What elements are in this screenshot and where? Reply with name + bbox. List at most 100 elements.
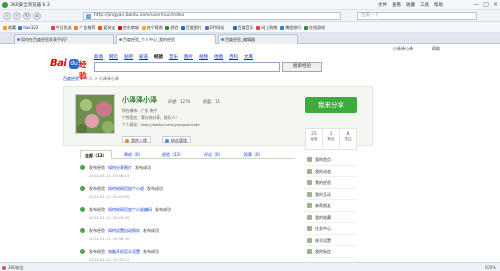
status-bar: 360安全 100% xyxy=(0,262,500,271)
side-menu-item[interactable]: 账号设置 xyxy=(305,235,357,246)
search-nav-item[interactable]: 地图 xyxy=(214,54,223,60)
feed-tab-comment[interactable]: 评论（0） xyxy=(200,150,227,159)
search-nav-item[interactable]: 图片 xyxy=(184,54,193,60)
maximize-button[interactable]: □ xyxy=(483,1,489,8)
search-nav-item[interactable]: 视频 xyxy=(199,54,208,60)
menu-item-icon xyxy=(307,157,312,162)
window-menu: 文件 查看 收藏 工具 帮助 xyxy=(378,2,443,8)
bookmark-item[interactable]: 网上购物 xyxy=(256,25,277,31)
breadcrumb: 百度经验 > 个人 > 小泽泽小泽 xyxy=(63,76,119,81)
share-button[interactable]: 我来分享 xyxy=(305,97,357,113)
menu-file[interactable]: 文件 xyxy=(378,2,387,8)
bookmark-icon xyxy=(117,25,122,30)
feed-tab-all[interactable]: 全部（13） xyxy=(80,150,112,159)
search-nav-item[interactable]: 音乐 xyxy=(169,54,178,60)
close-button[interactable]: × xyxy=(493,1,498,8)
fans-button[interactable]: 粉丝管理 xyxy=(162,136,191,143)
avatar[interactable] xyxy=(75,94,115,134)
search-nav-item[interactable]: 经验 xyxy=(154,54,163,60)
side-menu-item[interactable]: 我的首页 xyxy=(305,154,357,166)
side-menu-item[interactable]: 我的动态 xyxy=(305,166,357,177)
feed-item: 发布经验 如何给网页加个小说编码 发布成功 2014-01-11 10:40:45 xyxy=(80,205,295,226)
bookmark-item[interactable]: 京东商城 xyxy=(117,25,139,31)
window-controls: — □ × xyxy=(473,1,498,8)
forward-icon[interactable]: › xyxy=(13,12,21,20)
tab-item[interactable]: 如何在百度经验发表手机? xyxy=(14,34,114,44)
profile-location: 所在城市：广东 南宁 xyxy=(122,108,158,113)
menu-tools[interactable]: 工具 xyxy=(420,2,429,8)
minimize-button[interactable]: — xyxy=(473,1,479,8)
tab-item-active[interactable]: 百度经验_个人中心_我的经验 xyxy=(116,34,216,44)
side-menu-item[interactable]: 我的私信 xyxy=(305,246,357,258)
stat-fans[interactable]: 1 粉丝 xyxy=(323,129,340,149)
bookmark-item[interactable]: 经验 xyxy=(165,25,178,31)
side-menu-item[interactable]: 任务中心 xyxy=(305,223,357,235)
bookmark-item[interactable]: 今日优选 xyxy=(50,25,72,31)
search-nav-item[interactable]: 知道 xyxy=(139,54,148,60)
search-nav-item[interactable]: 新闻 xyxy=(94,54,103,60)
feed-item-link[interactable]: 如何设置自动保存 xyxy=(108,228,140,233)
site-search-input[interactable] xyxy=(94,62,280,72)
bookmark-item[interactable]: 广告推荐 xyxy=(74,25,95,31)
bookmark-item[interactable]: DIY网站 xyxy=(204,25,224,31)
stat-following[interactable]: 8 关注 xyxy=(340,129,356,149)
home-icon[interactable]: ⌂ xyxy=(33,12,41,20)
side-menu-item[interactable]: 我的互动 xyxy=(305,189,357,200)
side-menu-item[interactable]: 我的收藏 xyxy=(305,212,357,223)
fans-icon xyxy=(165,138,169,143)
feed-item-link[interactable]: 电脑开机怎么设置 xyxy=(108,249,140,254)
check-icon xyxy=(80,228,85,233)
search-nav-item[interactable]: 百科 xyxy=(229,54,238,60)
feed-tab-original[interactable]: 原创（0） xyxy=(120,150,147,159)
feed-item-time: 2014-01-11 10:43:05 xyxy=(89,194,130,199)
security-icon xyxy=(2,265,6,270)
menu-item-icon xyxy=(307,226,312,231)
search-nav-item[interactable]: 文库 xyxy=(244,54,253,60)
bookmark-icon xyxy=(304,25,308,30)
help-link[interactable]: 帮助 xyxy=(432,46,440,52)
tab-favicon-icon xyxy=(220,38,224,41)
back-icon[interactable]: ‹ xyxy=(3,12,11,20)
menu-help[interactable]: 帮助 xyxy=(434,2,443,8)
refresh-icon[interactable]: ↻ xyxy=(23,12,31,20)
window-titlebar: 360安全浏览器 6.3 文件 查看 收藏 工具 帮助 — □ × xyxy=(0,0,500,10)
side-menu: 我的首页 我的动态 我的经验 我的互动 来帮朋友 我的收藏 任务中心 账号设置 我的私信 xyxy=(305,154,357,258)
paw-icon: du xyxy=(69,59,79,69)
search-nav-item[interactable]: 网页 xyxy=(109,54,118,60)
bookmark-item[interactable]: 在线游戏 xyxy=(304,25,325,31)
bookmark-icon xyxy=(98,25,103,30)
user-link[interactable]: 小泽泽小泽 xyxy=(393,46,413,52)
feed-tab-vote[interactable]: 投票（0） xyxy=(240,150,267,159)
search-nav-item[interactable]: 贴吧 xyxy=(124,54,133,60)
baidu-jingyan-logo[interactable]: Bai du 经验 xyxy=(50,58,87,80)
feed-item-link[interactable]: 如何给网页加个小说编码 xyxy=(108,207,152,212)
bookmark-item[interactable]: 爱淘宝 xyxy=(98,25,115,31)
profile-homepage[interactable]: 个人网址：http://weibo.com/yangzuixiude xyxy=(122,122,200,128)
feed-item-time: 2014-01-11 10:40:45 xyxy=(89,215,130,220)
menu-view[interactable]: 查看 xyxy=(392,2,401,8)
tab-item[interactable]: 百度经验_编辑器 xyxy=(218,34,298,44)
bookmark-item[interactable]: 百度图片 xyxy=(180,25,202,31)
people-icon xyxy=(125,138,129,143)
side-menu-item[interactable]: 来帮朋友 xyxy=(305,200,357,212)
relation-button[interactable]: 我的人缘 xyxy=(122,136,151,143)
feed-tab-experience[interactable]: 经验（13） xyxy=(158,150,187,159)
bookmark-item[interactable]: 苏宁易购 xyxy=(141,25,163,31)
address-bar[interactable]: http://jingyan.baidu.com/user/nuc/index xyxy=(83,12,341,20)
side-menu-item[interactable]: 我的经验 xyxy=(305,177,357,189)
bookmark-item[interactable]: 携程旅行 xyxy=(280,25,301,31)
bookmark-item[interactable]: 百度音乐 xyxy=(232,25,254,31)
stats-panel: 25 经验 1 粉丝 8 关注 xyxy=(305,128,357,150)
search-input[interactable]: 百度一下 xyxy=(357,12,477,20)
search-button[interactable]: 搜索经验 xyxy=(282,62,322,72)
bookmark-item[interactable]: hao123 xyxy=(18,25,38,30)
feed-item-link[interactable]: 如何分享图片 xyxy=(108,165,132,170)
menu-item-icon xyxy=(307,180,312,185)
stat-experience[interactable]: 25 经验 xyxy=(306,129,323,149)
bookmark-item[interactable]: 收藏 xyxy=(3,25,16,31)
zoom-level[interactable]: 100% xyxy=(485,265,496,270)
tab-favicon-icon xyxy=(16,38,20,41)
menu-favorites[interactable]: 收藏 xyxy=(406,2,415,8)
feed-item-link[interactable]: 如何给网页加个小说 xyxy=(108,186,144,191)
browser-logo-icon xyxy=(2,2,8,8)
